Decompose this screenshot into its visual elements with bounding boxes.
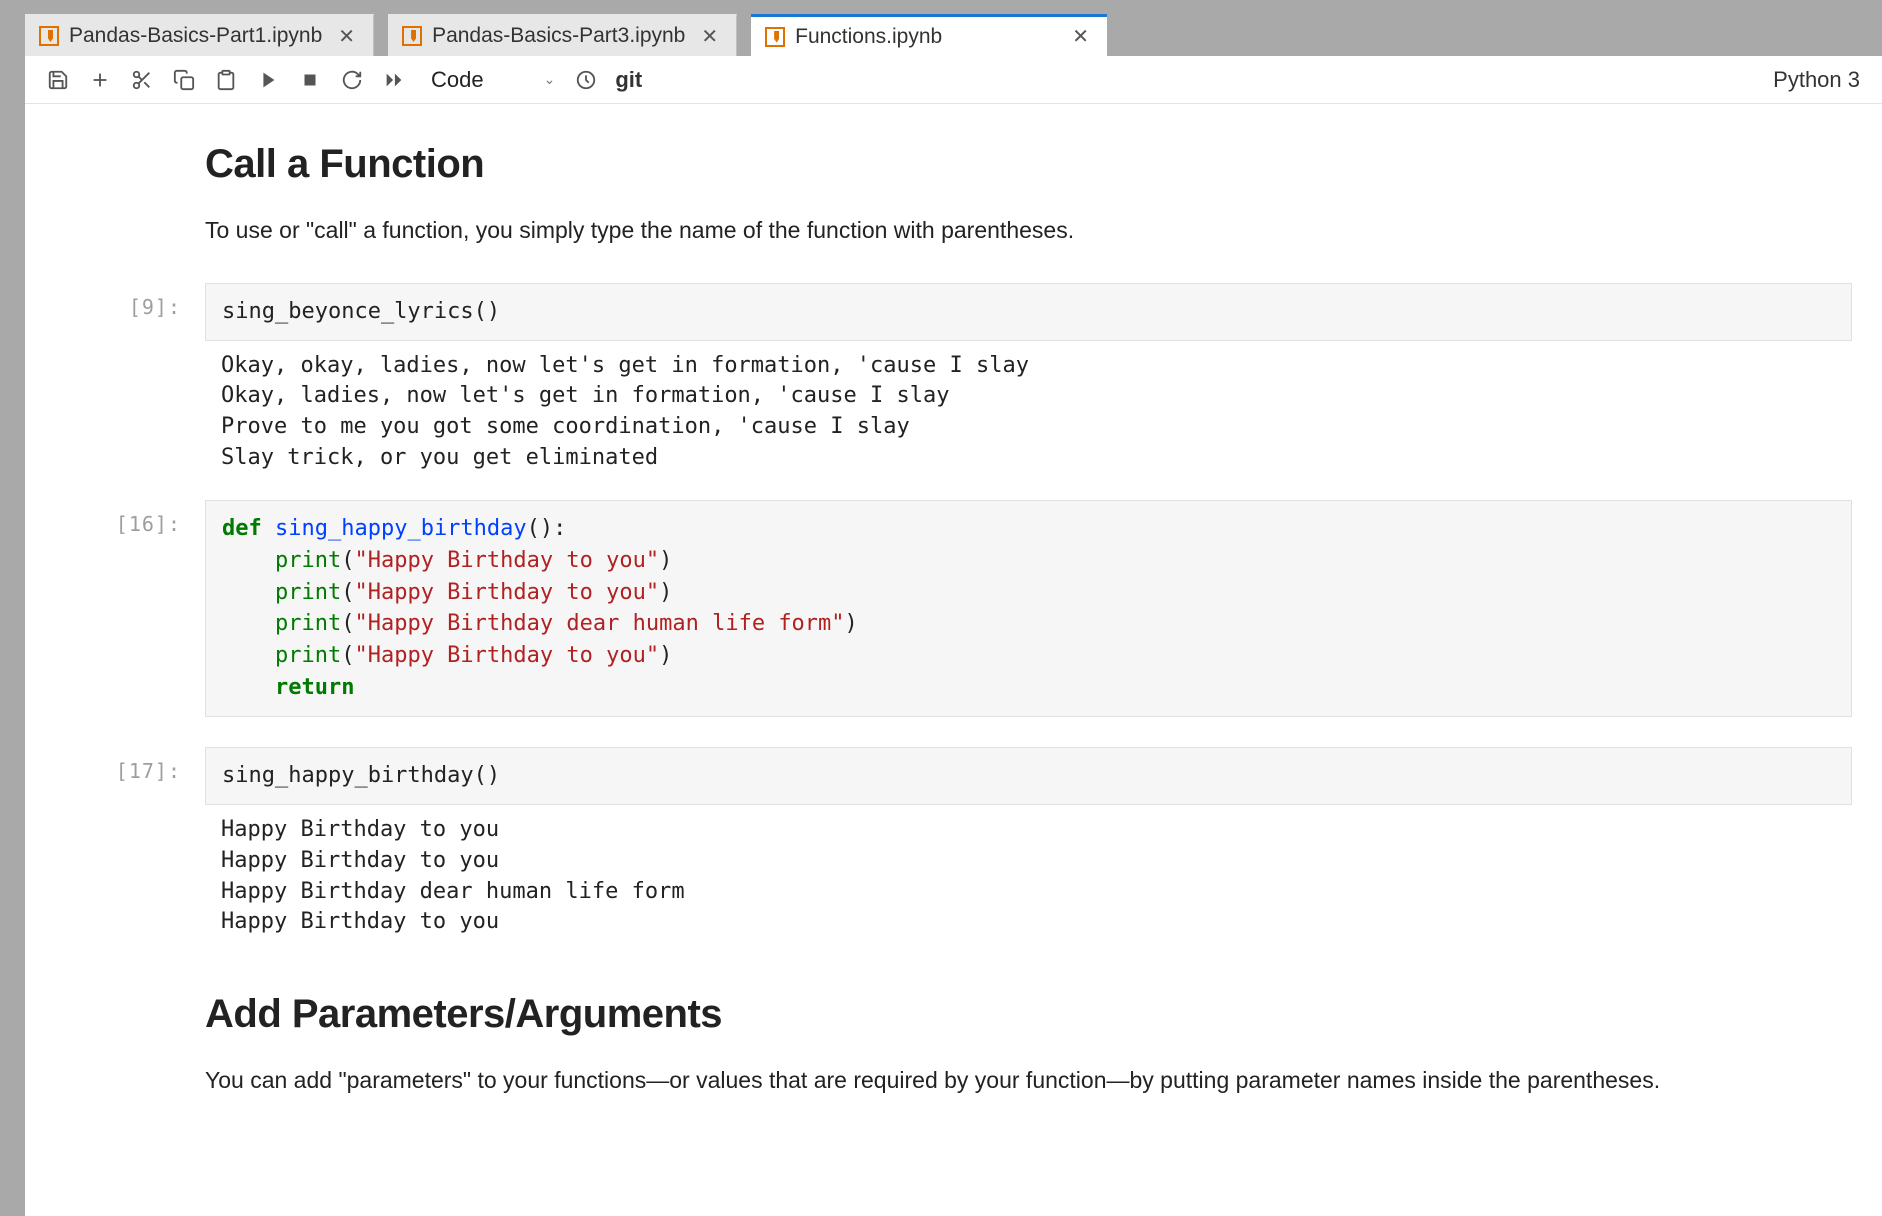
close-icon[interactable]: ✕ — [1072, 24, 1089, 49]
notebook-toolbar: Code ⌄ git Python 3 — [25, 56, 1882, 104]
notebook-icon — [402, 26, 422, 46]
code-cell-16[interactable]: [16]: def sing_happy_birthday(): print("… — [25, 500, 1882, 717]
notebook-icon — [39, 26, 59, 46]
markdown-cell[interactable]: Add Parameters/Arguments You can add "pa… — [25, 992, 1882, 1099]
notebook-area[interactable]: Call a Function To use or "call" a funct… — [25, 104, 1882, 1216]
code-output: Okay, okay, ladies, now let's get in for… — [205, 341, 1852, 500]
in-prompt: [17]: — [25, 759, 195, 783]
tab-pandas-part1[interactable]: Pandas-Basics-Part1.ipynb ✕ — [25, 14, 374, 56]
paragraph: To use or "call" a function, you simply … — [205, 213, 1852, 249]
code-cell-9[interactable]: [9]: sing_beyonce_lyrics() Okay, okay, l… — [25, 283, 1882, 500]
paragraph: You can add "parameters" to your functio… — [205, 1063, 1852, 1099]
stop-button[interactable] — [289, 60, 331, 100]
paste-button[interactable] — [205, 60, 247, 100]
cut-button[interactable] — [121, 60, 163, 100]
tab-label: Pandas-Basics-Part1.ipynb — [69, 24, 322, 48]
restart-button[interactable] — [331, 60, 373, 100]
code-cell-17[interactable]: [17]: sing_happy_birthday() Happy Birthd… — [25, 747, 1882, 964]
code-input[interactable]: sing_beyonce_lyrics() — [205, 283, 1852, 341]
insert-cell-button[interactable] — [79, 60, 121, 100]
run-button[interactable] — [247, 60, 289, 100]
cell-type-select[interactable]: Code ⌄ — [421, 60, 565, 100]
tab-label: Functions.ipynb — [795, 25, 942, 49]
notebook-icon — [765, 27, 785, 47]
git-button[interactable]: git — [607, 67, 650, 93]
notebook-inner: Call a Function To use or "call" a funct… — [25, 104, 1882, 1163]
code-output: Happy Birthday to you Happy Birthday to … — [205, 805, 1852, 964]
code-input[interactable]: def sing_happy_birthday(): print("Happy … — [205, 500, 1852, 717]
close-icon[interactable]: ✕ — [338, 24, 355, 49]
code-input[interactable]: sing_happy_birthday() — [205, 747, 1852, 805]
tab-pandas-part3[interactable]: Pandas-Basics-Part3.ipynb ✕ — [388, 14, 737, 56]
tab-label: Pandas-Basics-Part3.ipynb — [432, 24, 685, 48]
in-prompt: [16]: — [25, 512, 195, 536]
in-prompt: [9]: — [25, 295, 195, 319]
heading-call-a-function: Call a Function — [205, 142, 1852, 187]
close-icon[interactable]: ✕ — [701, 24, 718, 49]
kernel-name[interactable]: Python 3 — [1773, 67, 1870, 93]
save-button[interactable] — [37, 60, 79, 100]
tab-strip: Pandas-Basics-Part1.ipynb ✕ Pandas-Basic… — [25, 0, 1882, 56]
cell-type-label: Code — [431, 67, 484, 93]
app-frame: Pandas-Basics-Part1.ipynb ✕ Pandas-Basic… — [25, 0, 1882, 1216]
copy-button[interactable] — [163, 60, 205, 100]
run-all-button[interactable] — [373, 60, 415, 100]
chevron-down-icon: ⌄ — [544, 71, 556, 88]
markdown-cell[interactable]: Call a Function To use or "call" a funct… — [25, 142, 1882, 249]
tab-functions[interactable]: Functions.ipynb ✕ — [751, 14, 1107, 56]
timing-button[interactable] — [565, 60, 607, 100]
heading-add-parameters: Add Parameters/Arguments — [205, 992, 1852, 1037]
